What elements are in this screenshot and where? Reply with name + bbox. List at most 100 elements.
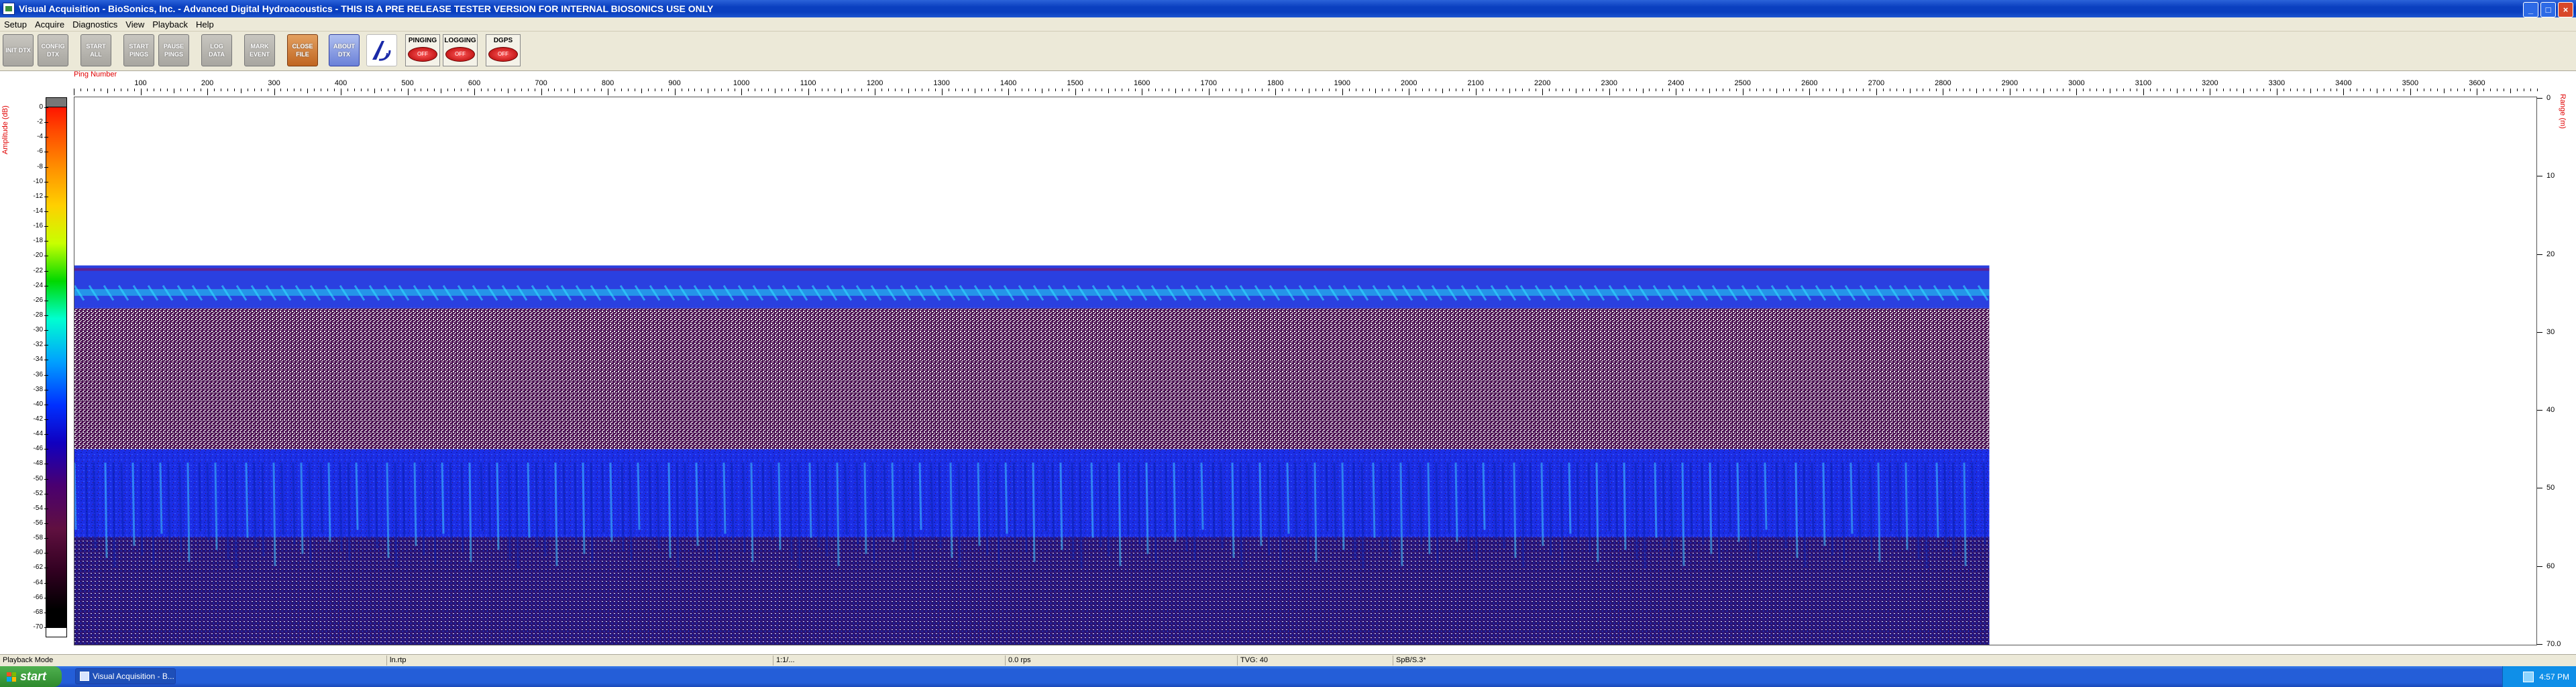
x-tick — [661, 89, 662, 91]
x-tick — [988, 89, 989, 91]
x-tick — [2370, 89, 2371, 91]
x-tick — [1682, 89, 1684, 91]
x-tick — [481, 89, 482, 91]
x-tick — [380, 89, 382, 91]
ping-streak — [1239, 462, 1243, 568]
x-tick — [2483, 89, 2485, 91]
amplitude-tick-label: -24 — [33, 281, 43, 289]
ping-streak — [1634, 462, 1638, 560]
amplitude-tick-label: -66 — [33, 593, 43, 601]
x-tick — [748, 89, 749, 91]
x-tick — [1108, 89, 1110, 93]
menu-playback[interactable]: Playback — [148, 19, 192, 30]
x-tick-label: 800 — [601, 79, 614, 87]
menu-view[interactable]: View — [121, 19, 148, 30]
ping-streak — [1118, 462, 1122, 566]
network-icon[interactable] — [2523, 671, 2534, 682]
amplitude-tick-label: -44 — [33, 430, 43, 438]
echogram-display[interactable] — [74, 97, 2537, 645]
range-tick-label: 10 — [2546, 172, 2555, 180]
about-dtx-button[interactable]: ABOUT DTX — [329, 34, 360, 66]
x-tick — [527, 89, 529, 91]
x-tick — [474, 89, 476, 95]
ping-streak — [104, 462, 108, 558]
x-tick — [601, 89, 602, 91]
ping-streak — [1943, 462, 1947, 547]
taskbar-item-visual-acquisition[interactable]: Visual Acquisition - B... — [75, 668, 176, 684]
x-tick-label: 2000 — [1400, 79, 1417, 87]
x-tick — [2029, 89, 2031, 91]
amplitude-tick — [44, 582, 48, 584]
ping-streak — [347, 462, 351, 561]
x-tick — [521, 89, 522, 91]
ping-streak — [1212, 462, 1216, 539]
menu-help[interactable]: Help — [192, 19, 218, 30]
x-tick-label: 2600 — [1801, 79, 1818, 87]
config-dtx-button[interactable]: CONFIG DTX — [38, 34, 68, 66]
x-tick — [2196, 89, 2198, 91]
ping-streak — [515, 462, 519, 569]
ping-streak — [198, 462, 202, 531]
x-tick — [2363, 89, 2365, 91]
close-file-button[interactable]: CLOSE FILE — [287, 34, 318, 66]
x-tick — [2430, 89, 2431, 91]
ping-streak — [676, 462, 680, 568]
range-tick-label: 0 — [2546, 94, 2551, 102]
x-tick — [1368, 89, 1370, 91]
x-tick — [1589, 89, 1590, 91]
ping-streak — [1278, 462, 1282, 565]
x-tick-label: 3100 — [2135, 79, 2152, 87]
menu-diagnostics[interactable]: Diagnostics — [68, 19, 121, 30]
x-tick — [1295, 89, 1297, 91]
app-window-icon — [80, 672, 89, 681]
x-tick — [1856, 89, 1857, 91]
mark-event-button[interactable]: MARK EVENT — [244, 34, 275, 66]
x-tick — [868, 89, 869, 91]
ping-streak — [1012, 462, 1016, 543]
amplitude-tick-label: -64 — [33, 578, 43, 586]
x-tick — [1302, 89, 1303, 91]
minimize-button[interactable]: _ — [2523, 2, 2538, 17]
ping-streak — [629, 462, 633, 561]
range-tick — [2537, 254, 2542, 255]
x-tick — [2083, 89, 2084, 91]
x-tick — [1322, 89, 1323, 91]
x-tick — [1976, 89, 1978, 93]
x-tick — [133, 89, 135, 91]
start-all-button[interactable]: START ALL — [80, 34, 111, 66]
maximize-button[interactable]: □ — [2540, 2, 2556, 17]
x-tick — [1809, 89, 1811, 95]
close-window-button[interactable]: × — [2558, 2, 2573, 17]
status-mode: Playback Mode — [3, 656, 54, 664]
ping-streak — [1709, 462, 1713, 554]
ping-streak — [1924, 462, 1928, 569]
ping-streak — [648, 462, 652, 539]
init-dtx-button[interactable]: INIT DTX — [3, 34, 34, 66]
ping-streak — [1313, 462, 1318, 562]
menu-bar: Setup Acquire Diagnostics View Playback … — [0, 17, 2576, 32]
ping-streak — [1294, 462, 1298, 543]
x-tick — [767, 89, 769, 91]
x-tick — [614, 89, 616, 91]
range-tick — [2537, 410, 2542, 411]
surface-top-line — [74, 268, 1990, 271]
ping-streak — [590, 462, 594, 564]
x-tick-label: 1700 — [1200, 79, 1217, 87]
ping-streak — [1595, 462, 1599, 562]
amplitude-tick-label: -16 — [33, 222, 43, 230]
ping-streak — [1380, 462, 1384, 547]
x-tick — [1328, 89, 1330, 91]
ping-streak — [178, 462, 182, 553]
start-pings-button[interactable]: START PINGS — [123, 34, 154, 66]
x-tick — [2316, 89, 2318, 91]
menu-setup[interactable]: Setup — [0, 19, 31, 30]
x-tick — [500, 89, 502, 91]
x-tick — [1061, 89, 1063, 91]
ping-streak — [902, 462, 906, 551]
x-tick — [2243, 89, 2245, 93]
menu-acquire[interactable]: Acquire — [31, 19, 68, 30]
log-data-button[interactable]: LOG DATA — [201, 34, 232, 66]
pause-pings-button[interactable]: PAUSE PINGS — [158, 34, 189, 66]
ping-streak — [1736, 462, 1740, 542]
start-button[interactable]: start — [0, 666, 62, 687]
